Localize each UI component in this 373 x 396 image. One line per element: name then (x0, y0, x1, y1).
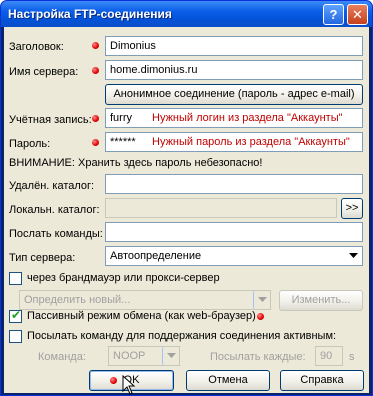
title-bar: Настройка FTP-соединения ? ✕ (1, 1, 372, 27)
password-hint: Нужный пароль из раздела "Аккаунты" (152, 136, 350, 148)
anonymous-connection-button[interactable]: Анонимное соединение (пароль - адрес e-m… (105, 84, 363, 105)
checkmark-icon: ✔ (11, 308, 22, 322)
window-title: Настройка FTP-соединения (8, 7, 172, 21)
help-title-button[interactable]: ? (323, 4, 344, 25)
server-label: Имя сервера: (9, 66, 79, 78)
server-type-select[interactable]: Автоопределение (105, 246, 363, 266)
passive-mode-checkbox[interactable]: ✔ (9, 308, 22, 323)
proxy-select-value: Определить новый... (24, 294, 131, 306)
keepalive-checkbox[interactable] (9, 330, 22, 343)
password-value: ****** (110, 136, 136, 148)
proxy-select[interactable]: Определить новый... (19, 290, 271, 310)
cancel-button[interactable]: Отмена (186, 370, 270, 391)
required-dot-icon (110, 377, 117, 384)
remote-dir-label: Удалён. каталог: (9, 180, 95, 192)
local-dir-input[interactable] (105, 198, 337, 218)
send-commands-input[interactable] (105, 222, 363, 242)
account-value: furry (110, 112, 132, 124)
browse-button[interactable]: >> (341, 198, 363, 219)
header-label: Заголовок: (9, 41, 64, 53)
server-type-value: Автоопределение (110, 250, 202, 262)
interval-unit: s (349, 351, 355, 363)
server-type-label: Тип сервера: (9, 252, 76, 264)
required-dot-icon (92, 67, 99, 74)
passive-mode-label: Пассивный режим обмена (как web-браузер) (27, 310, 256, 322)
account-label: Учётная запись: (9, 114, 92, 126)
password-warning: ВНИМАНИЕ: Хранить здесь пароль небезопас… (9, 157, 263, 169)
chevron-down-icon (253, 291, 270, 309)
command-value: NOOP (113, 350, 146, 362)
chevron-down-icon[interactable] (345, 247, 362, 265)
server-input[interactable]: home.dimonius.ru (105, 60, 363, 80)
interval-label: Посылать каждые: (210, 351, 306, 363)
header-input[interactable]: Dimonius (105, 36, 363, 56)
required-dot-icon (92, 115, 99, 122)
password-label: Пароль: (9, 138, 51, 150)
change-proxy-button[interactable]: Изменить... (279, 290, 363, 311)
firewall-checkbox[interactable] (9, 272, 22, 285)
local-dir-label: Локальн. каталог: (9, 204, 100, 216)
interval-input[interactable]: 90 (315, 346, 343, 366)
required-dot-icon (92, 42, 99, 49)
chevron-down-icon (162, 347, 179, 365)
remote-dir-input[interactable] (105, 174, 363, 194)
close-button[interactable]: ✕ (347, 4, 368, 25)
command-select[interactable]: NOOP (108, 346, 180, 366)
firewall-checkbox-label: через брандмауэр или прокси-сервер (27, 272, 220, 284)
required-dot-icon (257, 313, 264, 320)
dialog-body: Заголовок: Dimonius Имя сервера: home.di… (4, 27, 369, 395)
account-hint: Нужный логин из раздела "Аккаунты" (152, 112, 343, 124)
command-label: Команда: (38, 351, 86, 363)
required-dot-icon (92, 139, 99, 146)
ftp-settings-dialog: Настройка FTP-соединения ? ✕ Заголовок: … (0, 0, 373, 396)
keepalive-label: Посылать команду для поддержания соедине… (27, 330, 337, 342)
send-commands-label: Послать команды: (9, 228, 103, 240)
mouse-cursor-icon (122, 375, 136, 395)
help-button[interactable]: Справка (280, 370, 364, 391)
